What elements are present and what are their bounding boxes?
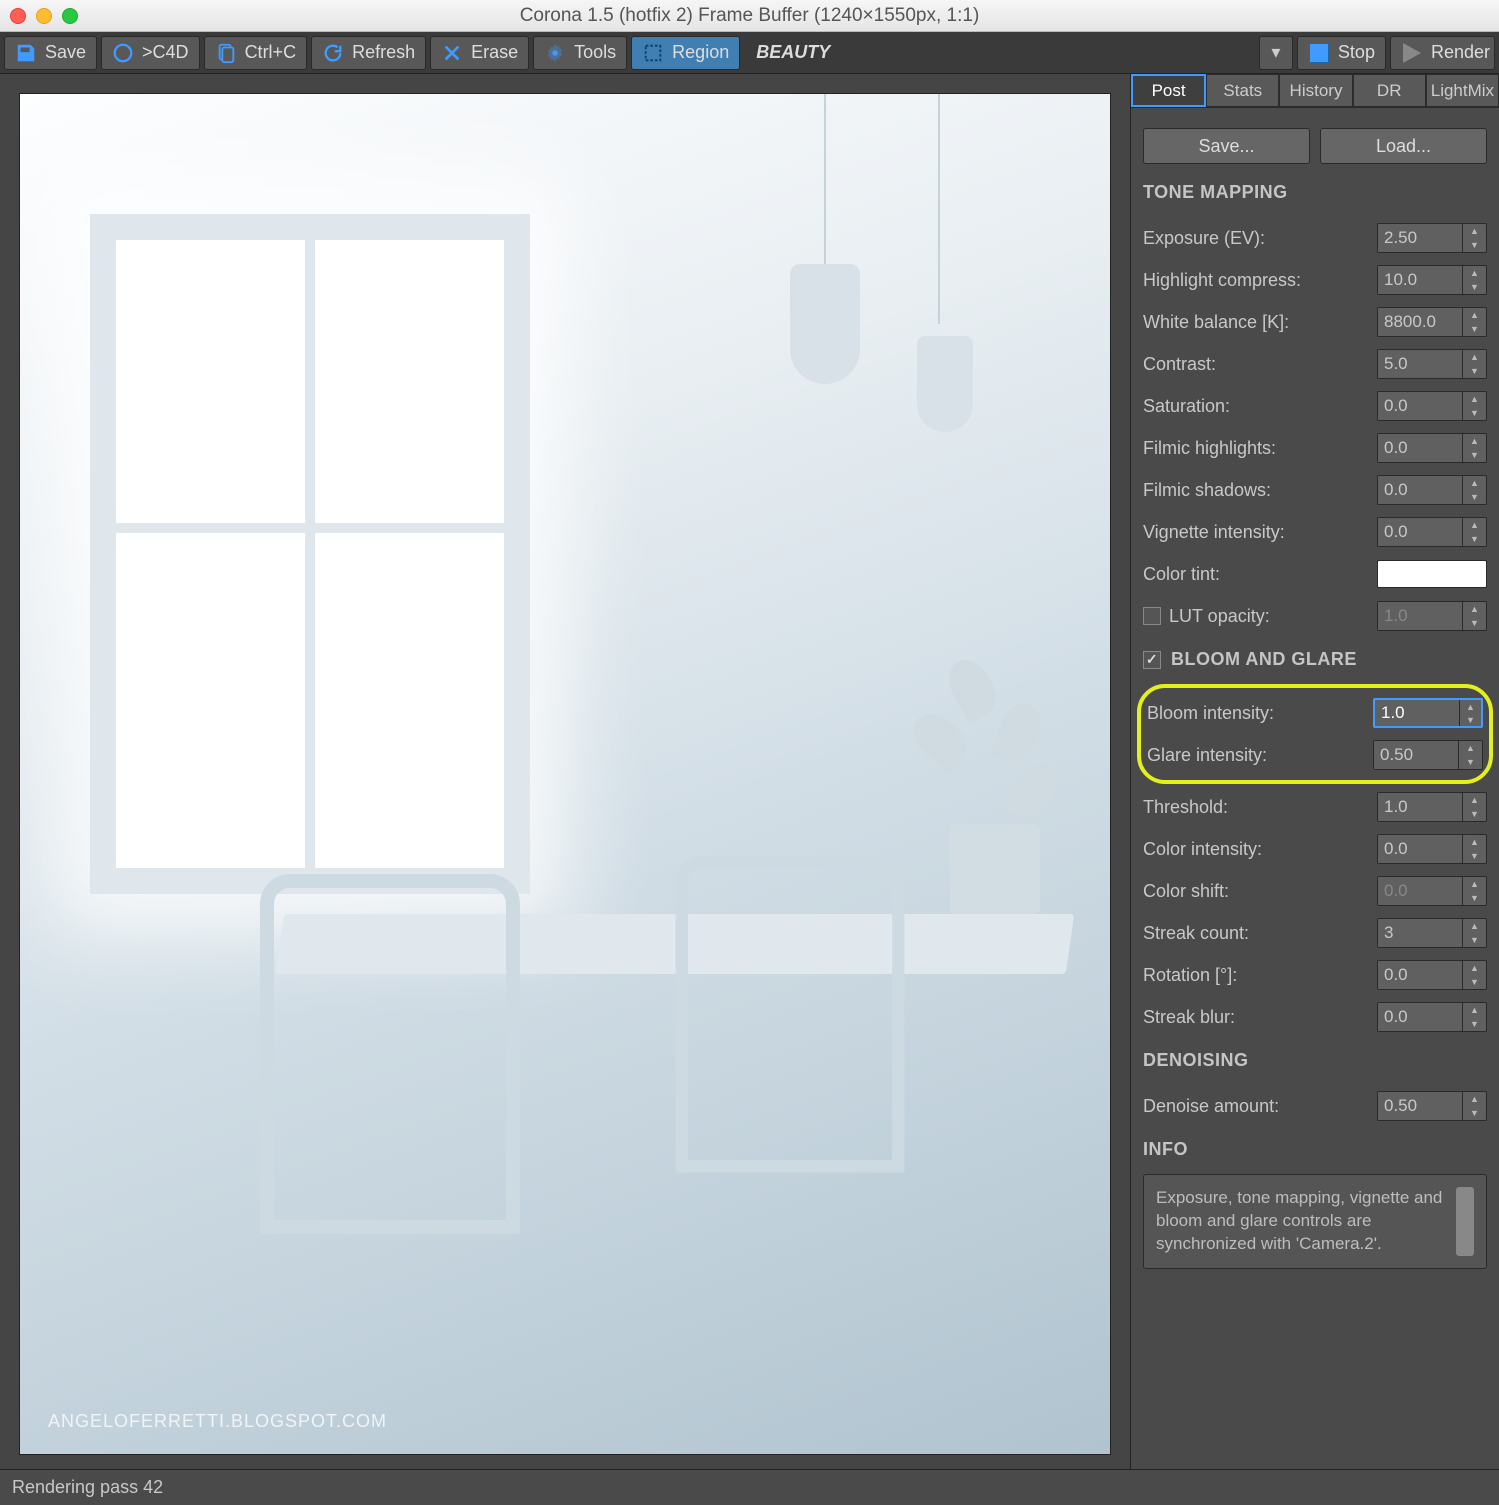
region-icon [642,42,664,64]
copy-label: Ctrl+C [245,42,297,63]
saturation-field[interactable]: ▲▼ [1377,391,1487,421]
load-post-button[interactable]: Load... [1320,128,1487,164]
lut-label: LUT opacity: [1169,606,1369,627]
stop-label: Stop [1338,42,1375,63]
gear-icon [544,42,566,64]
filmic-sh-label: Filmic shadows: [1143,480,1369,501]
info-box: Exposure, tone mapping, vignette and blo… [1143,1174,1487,1269]
threshold-field[interactable]: ▲▼ [1377,792,1487,822]
bloom-int-field[interactable]: ▲▼ [1373,698,1483,728]
streak-label: Streak count: [1143,923,1369,944]
bloom-header: BLOOM AND GLARE [1171,649,1357,670]
side-panel: Post Stats History DR LightMix Save... L… [1130,74,1499,1469]
viewport[interactable]: ANGELOFERRETTI.BLOGSPOT.COM [0,74,1130,1469]
c4d-button[interactable]: >C4D [101,36,200,70]
tab-lightmix[interactable]: LightMix [1426,74,1499,107]
erase-icon [441,42,463,64]
tab-stats[interactable]: Stats [1206,74,1279,107]
color-int-field[interactable]: ▲▼ [1377,834,1487,864]
color-shift-label: Color shift: [1143,881,1369,902]
tint-swatch[interactable] [1377,560,1487,588]
wb-label: White balance [K]: [1143,312,1369,333]
contrast-label: Contrast: [1143,354,1369,375]
rotation-label: Rotation [°]: [1143,965,1369,986]
play-icon [1401,42,1423,64]
highlight-field[interactable]: ▲▼ [1377,265,1487,295]
status-bar: Rendering pass 42 [0,1469,1499,1505]
save-button[interactable]: Save [4,36,97,70]
tab-history[interactable]: History [1279,74,1352,107]
watermark: ANGELOFERRETTI.BLOGSPOT.COM [48,1411,387,1432]
bloom-checkbox[interactable]: ✓ [1143,651,1161,669]
streak-field[interactable]: ▲▼ [1377,918,1487,948]
color-shift-field[interactable]: ▲▼ [1377,876,1487,906]
render-image: ANGELOFERRETTI.BLOGSPOT.COM [20,94,1110,1454]
info-text: Exposure, tone mapping, vignette and blo… [1156,1187,1446,1256]
erase-label: Erase [471,42,518,63]
refresh-label: Refresh [352,42,415,63]
tab-dr[interactable]: DR [1353,74,1426,107]
exposure-field[interactable]: ▲▼ [1377,223,1487,253]
threshold-label: Threshold: [1143,797,1369,818]
render-label: Render [1431,42,1490,63]
info-header: INFO [1143,1139,1487,1160]
color-int-label: Color intensity: [1143,839,1369,860]
highlight-annotation: Bloom intensity: ▲▼ Glare intensity: ▲▼ [1137,684,1493,784]
exposure-label: Exposure (EV): [1143,228,1369,249]
bloom-int-label: Bloom intensity: [1147,703,1365,724]
copy-icon [215,42,237,64]
floppy-icon [15,42,37,64]
tint-label: Color tint: [1143,564,1369,585]
pass-dropdown[interactable]: ▾ [1259,36,1293,70]
erase-button[interactable]: Erase [430,36,529,70]
stop-button[interactable]: Stop [1297,36,1386,70]
refresh-icon [322,42,344,64]
tools-button[interactable]: Tools [533,36,627,70]
render-pass-label: BEAUTY [744,42,1255,63]
wb-field[interactable]: ▲▼ [1377,307,1487,337]
tab-post[interactable]: Post [1131,74,1206,107]
region-button[interactable]: Region [631,36,740,70]
copy-button[interactable]: Ctrl+C [204,36,308,70]
refresh-button[interactable]: Refresh [311,36,426,70]
filmic-hi-field[interactable]: ▲▼ [1377,433,1487,463]
toolbar: Save >C4D Ctrl+C Refresh Erase Tools Reg… [0,32,1499,74]
lut-checkbox[interactable] [1143,607,1161,625]
stop-icon [1308,42,1330,64]
blur-label: Streak blur: [1143,1007,1369,1028]
vignette-field[interactable]: ▲▼ [1377,517,1487,547]
status-text: Rendering pass 42 [12,1477,163,1498]
render-button[interactable]: Render [1390,36,1495,70]
lut-field[interactable]: ▲▼ [1377,601,1487,631]
denoise-field[interactable]: ▲▼ [1377,1091,1487,1121]
rotation-field[interactable]: ▲▼ [1377,960,1487,990]
glare-int-field[interactable]: ▲▼ [1373,740,1483,770]
c4d-label: >C4D [142,42,189,63]
tools-label: Tools [574,42,616,63]
info-scrollbar[interactable] [1456,1187,1474,1256]
vignette-label: Vignette intensity: [1143,522,1369,543]
tone-mapping-header: TONE MAPPING [1143,182,1487,203]
filmic-sh-field[interactable]: ▲▼ [1377,475,1487,505]
glare-int-label: Glare intensity: [1147,745,1365,766]
region-label: Region [672,42,729,63]
window-title: Corona 1.5 (hotfix 2) Frame Buffer (1240… [0,5,1499,27]
save-post-button[interactable]: Save... [1143,128,1310,164]
highlight-label: Highlight compress: [1143,270,1369,291]
save-label: Save [45,42,86,63]
denoise-label: Denoise amount: [1143,1096,1369,1117]
filmic-hi-label: Filmic highlights: [1143,438,1369,459]
denoise-header: DENOISING [1143,1050,1487,1071]
blur-field[interactable]: ▲▼ [1377,1002,1487,1032]
saturation-label: Saturation: [1143,396,1369,417]
c4d-icon [112,42,134,64]
contrast-field[interactable]: ▲▼ [1377,349,1487,379]
